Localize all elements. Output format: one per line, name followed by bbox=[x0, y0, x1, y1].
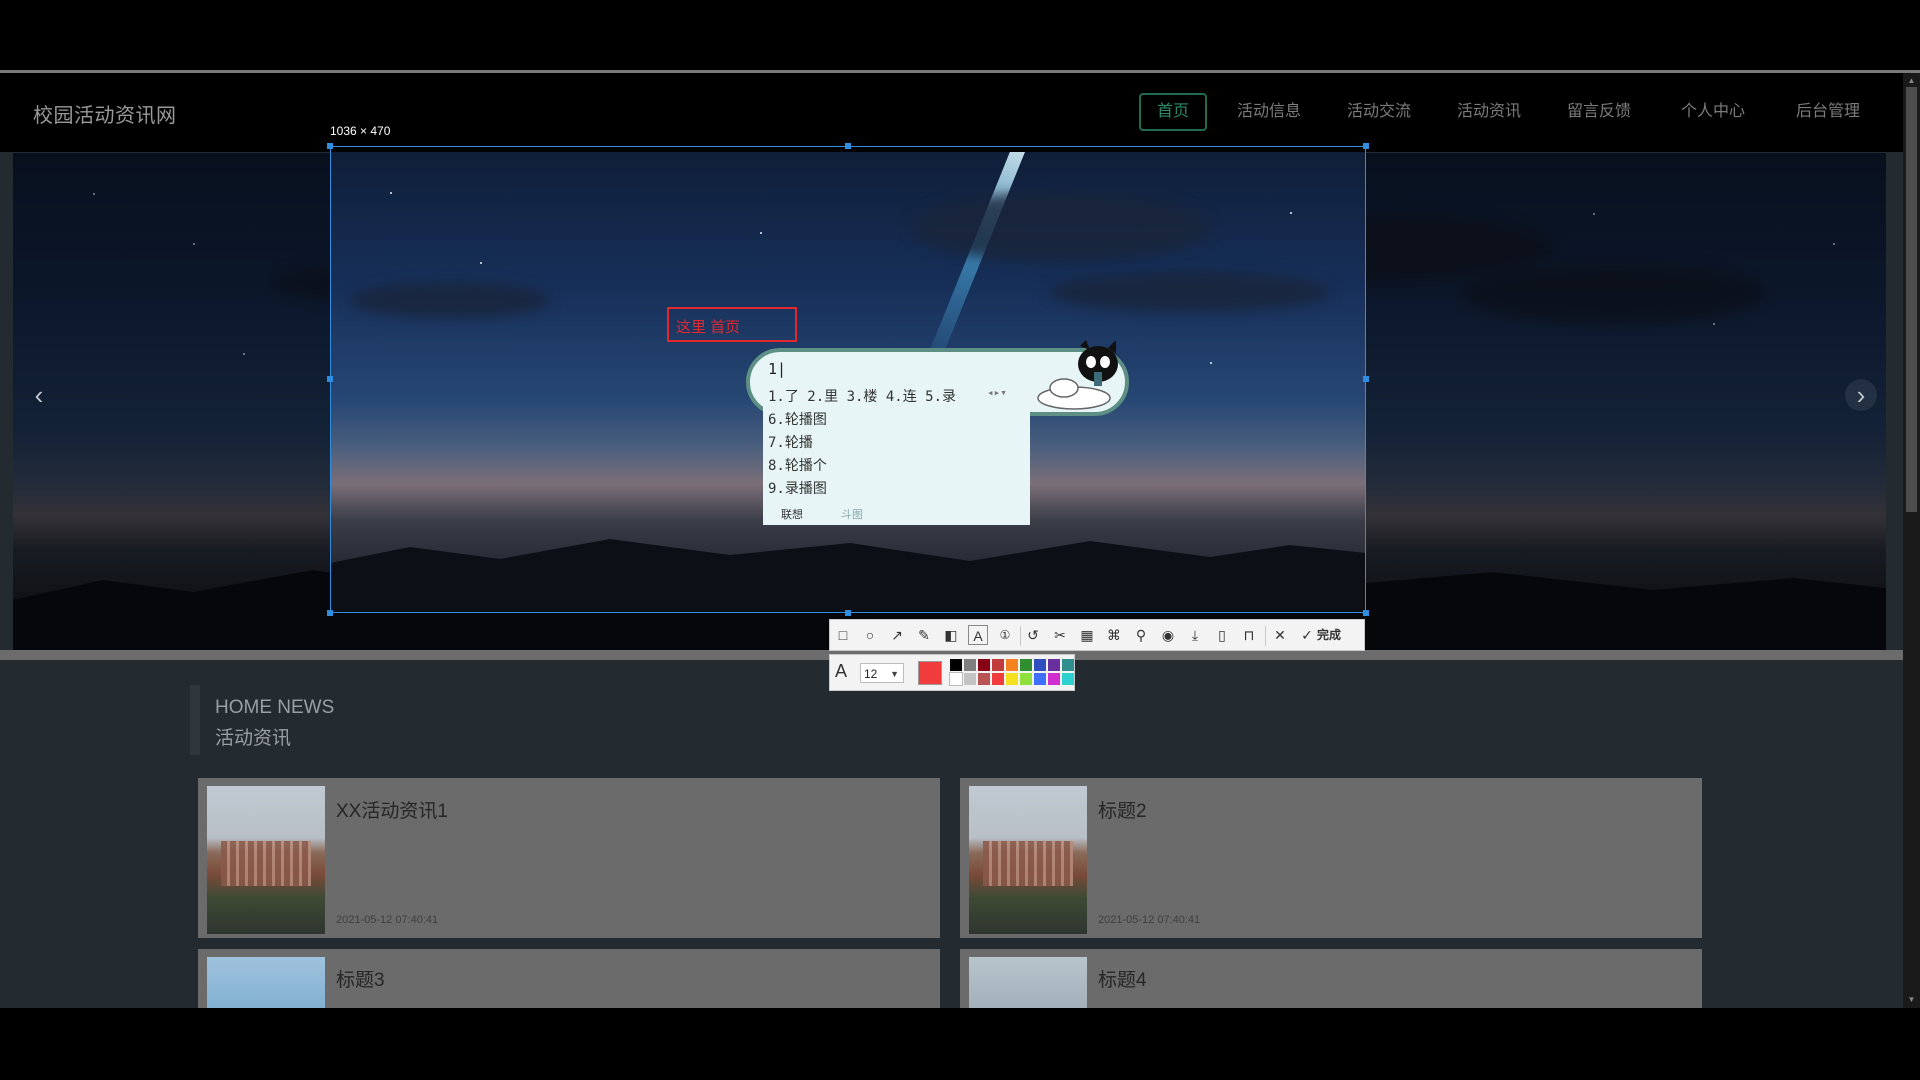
selection-size-label: 1036 × 470 bbox=[330, 124, 391, 138]
site-navbar: 校园活动资讯网 首页 活动信息 活动交流 活动资讯 留言反馈 个人中心 后台管理 bbox=[0, 73, 1903, 152]
color-swatch[interactable] bbox=[949, 672, 963, 686]
news-date: 2021-05-12 07:40:41 bbox=[336, 914, 439, 926]
resize-handle[interactable] bbox=[327, 376, 333, 382]
ime-candidate[interactable]: 6.轮播图 bbox=[768, 409, 827, 429]
current-color-swatch[interactable] bbox=[918, 661, 942, 685]
news-date: 2021-05-12 07:40:41 bbox=[1098, 914, 1201, 926]
news-thumbnail bbox=[969, 786, 1087, 934]
ime-candidate[interactable]: 9.录播图 bbox=[768, 478, 827, 498]
news-title[interactable]: 标题3 bbox=[336, 965, 385, 992]
color-swatch[interactable] bbox=[1048, 673, 1060, 685]
scroll-up-icon[interactable]: ▲ bbox=[1906, 75, 1917, 87]
news-title[interactable]: 标题2 bbox=[1098, 796, 1147, 823]
ime-mascot-icon bbox=[1037, 340, 1118, 410]
font-size-select[interactable]: 12 ▼ bbox=[860, 663, 904, 683]
ime-candidate-row[interactable]: 1.了 2.里 3.楼 4.连 5.录 bbox=[768, 386, 956, 406]
crop-icon[interactable]: ✂ bbox=[1050, 625, 1070, 645]
color-swatch[interactable] bbox=[978, 659, 990, 671]
ocr-icon[interactable]: ▦ bbox=[1077, 625, 1097, 645]
text-annotation[interactable]: 这里 首页 bbox=[676, 316, 740, 337]
translate-icon[interactable]: ⌘ bbox=[1104, 625, 1124, 645]
carousel-next-icon[interactable]: › bbox=[1845, 379, 1877, 411]
ime-composition: 1| bbox=[768, 360, 787, 378]
resize-handle[interactable] bbox=[845, 143, 851, 149]
news-title[interactable]: XX活动资讯1 bbox=[336, 796, 448, 823]
rectangle-icon[interactable]: □ bbox=[833, 625, 853, 645]
site-logo[interactable]: 校园活动资讯网 bbox=[33, 99, 177, 128]
news-card[interactable]: 标题2 2021-05-12 07:40:41 bbox=[960, 778, 1702, 938]
bookmark-icon[interactable]: ⊓ bbox=[1239, 625, 1259, 645]
nav-activity-news[interactable]: 活动资讯 bbox=[1449, 93, 1529, 131]
color-swatch[interactable] bbox=[1020, 673, 1032, 685]
nav-activity-exchange[interactable]: 活动交流 bbox=[1339, 93, 1419, 131]
ime-candidate[interactable]: 8.轮播个 bbox=[768, 455, 827, 475]
news-card[interactable]: 标题4 bbox=[960, 949, 1702, 1008]
ime-candidate[interactable]: 7.轮播 bbox=[768, 432, 813, 452]
close-icon[interactable]: ✕ bbox=[1270, 625, 1290, 645]
news-card[interactable]: 标题3 bbox=[198, 949, 940, 1008]
color-swatch[interactable] bbox=[964, 659, 976, 671]
color-swatch[interactable] bbox=[1034, 659, 1046, 671]
font-icon: A bbox=[835, 661, 848, 681]
color-swatch[interactable] bbox=[964, 673, 976, 685]
color-swatch[interactable] bbox=[1048, 659, 1060, 671]
news-thumbnail bbox=[207, 957, 325, 1008]
number-icon[interactable]: ① bbox=[995, 625, 1015, 645]
check-icon[interactable]: ✓ bbox=[1297, 625, 1317, 645]
color-swatch[interactable] bbox=[1062, 659, 1074, 671]
resize-handle[interactable] bbox=[1363, 143, 1369, 149]
color-swatch[interactable] bbox=[992, 673, 1004, 685]
pencil-icon[interactable]: ✎ bbox=[914, 625, 934, 645]
color-swatch[interactable] bbox=[978, 673, 990, 685]
resize-handle[interactable] bbox=[1363, 610, 1369, 616]
nav-feedback[interactable]: 留言反馈 bbox=[1559, 93, 1639, 131]
pin-icon[interactable]: ⚲ bbox=[1131, 625, 1151, 645]
color-swatch[interactable] bbox=[1020, 659, 1032, 671]
nav-activity-info[interactable]: 活动信息 bbox=[1229, 93, 1309, 131]
resize-handle[interactable] bbox=[327, 143, 333, 149]
toolbar-divider bbox=[1020, 626, 1021, 646]
resize-handle[interactable] bbox=[845, 610, 851, 616]
news-heading-cn: 活动资讯 bbox=[215, 728, 292, 749]
color-swatch[interactable] bbox=[1034, 673, 1046, 685]
carousel-prev-icon[interactable]: ‹ bbox=[23, 379, 55, 411]
screen-top-bar bbox=[0, 0, 1920, 73]
resize-handle[interactable] bbox=[327, 610, 333, 616]
news-title[interactable]: 标题4 bbox=[1098, 965, 1147, 992]
news-thumbnail bbox=[969, 957, 1087, 1008]
nav-home[interactable]: 首页 bbox=[1139, 93, 1207, 131]
text-style-palette: A 12 ▼ bbox=[829, 654, 1075, 691]
color-swatch[interactable] bbox=[950, 659, 962, 671]
mosaic-icon[interactable]: ◧ bbox=[941, 625, 961, 645]
nav-admin[interactable]: 后台管理 bbox=[1788, 93, 1868, 131]
chevron-down-icon: ▼ bbox=[890, 669, 899, 679]
scrollbar-thumb[interactable] bbox=[1906, 87, 1917, 512]
long-capture-icon[interactable]: ▯ bbox=[1212, 625, 1232, 645]
color-swatch[interactable] bbox=[992, 659, 1004, 671]
color-swatch[interactable] bbox=[1006, 673, 1018, 685]
arrow-icon[interactable]: ↗ bbox=[887, 625, 907, 645]
color-swatch[interactable] bbox=[1062, 673, 1074, 685]
ellipse-icon[interactable]: ○ bbox=[860, 625, 880, 645]
news-card[interactable]: XX活动资讯1 2021-05-12 07:40:41 bbox=[198, 778, 940, 938]
news-thumbnail bbox=[207, 786, 325, 934]
undo-icon[interactable]: ↺ bbox=[1023, 625, 1043, 645]
color-swatch[interactable] bbox=[1006, 659, 1018, 671]
screen-bottom-bar bbox=[0, 1008, 1920, 1080]
download-icon[interactable]: ⤓ bbox=[1185, 625, 1205, 645]
done-button[interactable]: 完成 bbox=[1317, 626, 1341, 643]
record-icon[interactable]: ◉ bbox=[1158, 625, 1178, 645]
toolbar-divider bbox=[1265, 626, 1266, 646]
ime-page-arrows-icon[interactable]: ◂▸▾ bbox=[987, 386, 1007, 399]
ime-tab-meme[interactable]: 斗图 bbox=[841, 506, 863, 522]
news-heading-accent bbox=[190, 685, 200, 755]
nav-user-center[interactable]: 个人中心 bbox=[1673, 93, 1753, 131]
capture-toolbar: □ ○ ↗ ✎ ◧ A ① ↺ ✂ ▦ ⌘ ⚲ ◉ ⤓ ▯ ⊓ ✕ ✓ 完成 bbox=[829, 619, 1365, 651]
news-heading-en: HOME NEWS bbox=[215, 697, 335, 718]
resize-handle[interactable] bbox=[1363, 376, 1369, 382]
font-size-value: 12 bbox=[864, 667, 878, 681]
text-icon[interactable]: A bbox=[968, 625, 988, 645]
ime-tab-association[interactable]: 联想 bbox=[781, 506, 803, 522]
scroll-down-icon[interactable]: ▼ bbox=[1906, 994, 1917, 1006]
